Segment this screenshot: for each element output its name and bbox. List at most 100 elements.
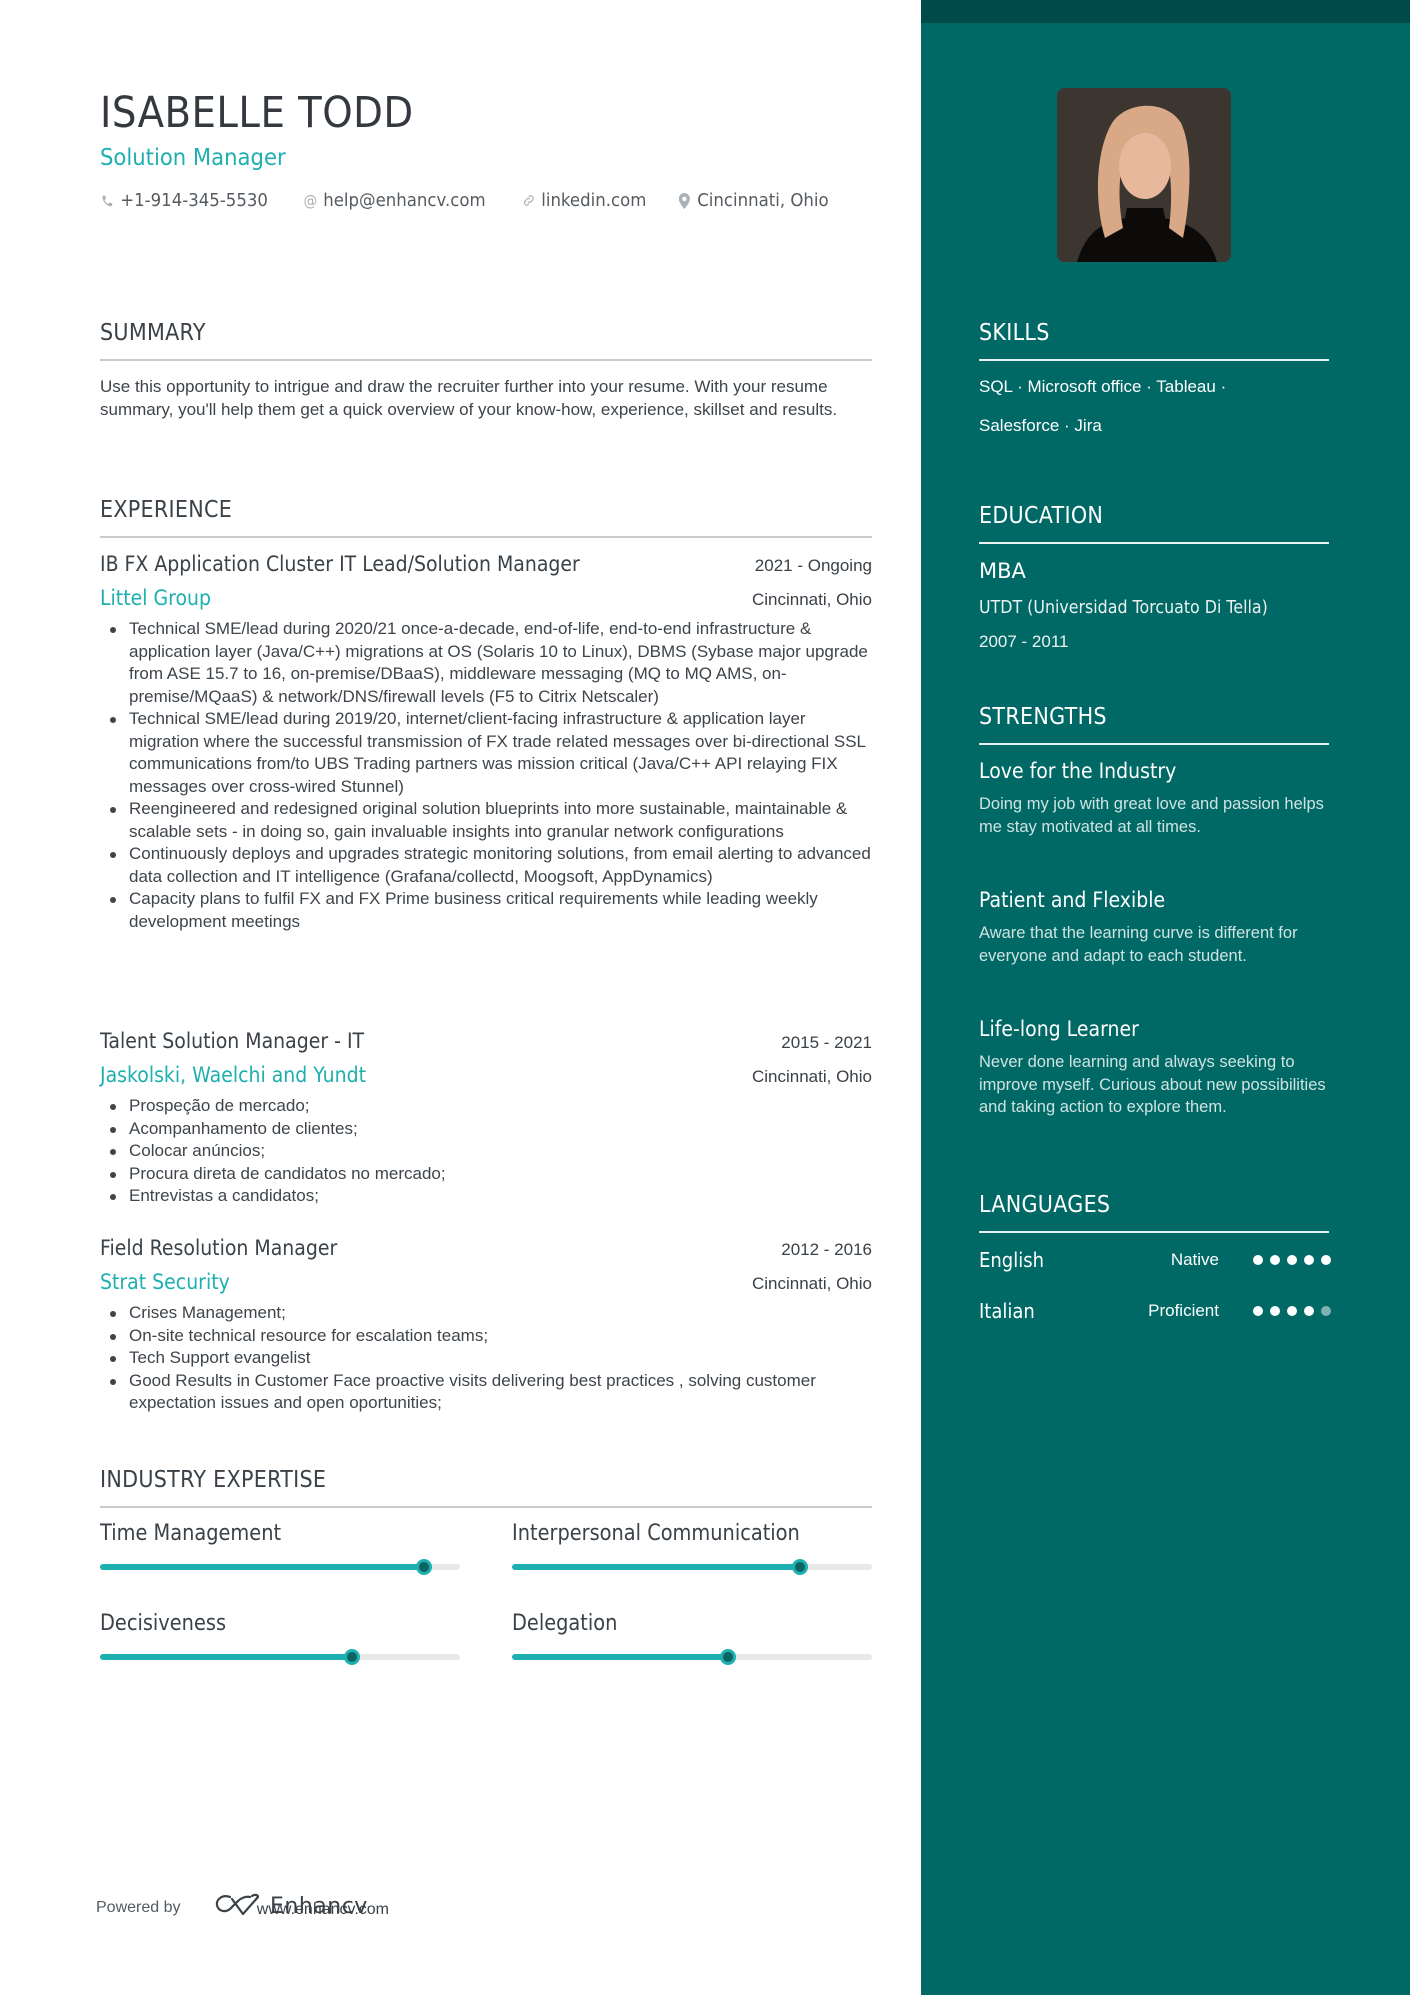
skills-line: SQL · Microsoft office · Tableau · (979, 377, 1227, 396)
rating-dot-filled (1253, 1306, 1263, 1316)
expertise-name: Time Management (100, 1521, 282, 1546)
strength-title: Love for the Industry (979, 759, 1177, 783)
education-heading: EDUCATION (979, 503, 1104, 529)
languages-divider (979, 1231, 1329, 1233)
expertise-track (512, 1559, 872, 1575)
strength-title: Patient and Flexible (979, 888, 1166, 912)
job-bullet: Entrevistas a candidatos; (100, 1185, 872, 1208)
summary-divider (100, 359, 872, 361)
expertise-heading: INDUSTRY EXPERTISE (100, 1467, 327, 1493)
expertise-name: Decisiveness (100, 1611, 227, 1636)
skills-line: Salesforce · Jira (979, 416, 1102, 435)
rating-dot-filled (1321, 1255, 1331, 1265)
strengths-heading: STRENGTHS (979, 704, 1107, 730)
strength-desc: Doing my job with great love and passion… (979, 795, 1324, 836)
rating-dot-filled (1270, 1306, 1280, 1316)
profile-photo (1057, 88, 1231, 262)
expertise-name: Delegation (512, 1611, 618, 1636)
education-years: 2007 - 2011 (979, 632, 1069, 651)
summary-text: Use this opportunity to intrigue and dra… (100, 377, 838, 419)
expertise-item: Decisiveness (100, 1611, 460, 1665)
education-divider (979, 542, 1329, 544)
job-bullet: Reengineered and redesigned original sol… (100, 798, 872, 843)
language-name: Italian (979, 1299, 1035, 1323)
job-entry: IB FX Application Cluster IT Lead/Soluti… (100, 552, 872, 933)
expertise-track (100, 1649, 460, 1665)
expertise-fill (100, 1564, 424, 1570)
languages-heading: LANGUAGES (979, 1192, 1111, 1218)
expertise-knob (720, 1649, 736, 1665)
job-bullets: Prospeção de mercado; Acompanhamento de … (100, 1095, 872, 1208)
job-role: Field Resolution Manager (100, 1236, 338, 1260)
job-bullet: On-site technical resource for escalatio… (100, 1325, 872, 1348)
job-bullet: Technical SME/lead during 2019/20, inter… (100, 708, 872, 798)
job-location: Cincinnati, Ohio (751, 1067, 872, 1086)
expertise-knob (792, 1559, 808, 1575)
main-column: ISABELLE TODD Solution Manager +1-914-34… (0, 0, 921, 1995)
job-role: Talent Solution Manager - IT (100, 1029, 365, 1053)
language-name: English (979, 1248, 1044, 1272)
phone-text: +1-914-345-5530 (120, 190, 268, 211)
expertise-divider (100, 1506, 872, 1508)
strength-item: Love for the Industry Doing my job with … (979, 759, 1329, 838)
job-bullet: Acompanhamento de clientes; (100, 1118, 872, 1141)
location-pin-icon (677, 192, 692, 209)
strength-desc: Aware that the learning curve is differe… (979, 924, 1298, 965)
language-rating (1253, 1306, 1331, 1316)
job-bullet: Prospeção de mercado; (100, 1095, 872, 1118)
job-bullet: Crises Management; (100, 1302, 872, 1325)
linkedin-text: linkedin.com (541, 190, 647, 211)
candidate-title: Solution Manager (100, 145, 286, 171)
job-dates: 2021 - Ongoing (754, 556, 872, 575)
expertise-track (512, 1649, 872, 1665)
expertise-track (100, 1559, 460, 1575)
location-text: Cincinnati, Ohio (697, 190, 830, 211)
strength-desc: Never done learning and always seeking t… (979, 1053, 1326, 1116)
experience-divider (100, 536, 872, 538)
education-school: UTDT (Universidad Torcuato Di Tella) (979, 597, 1268, 618)
skills-list: SQL · Microsoft office · Tableau · Sales… (979, 367, 1329, 445)
job-bullet: Tech Support evangelist (100, 1347, 872, 1370)
language-item: English Native (979, 1247, 1331, 1273)
contact-location: Cincinnati, Ohio (677, 190, 829, 211)
job-location: Cincinnati, Ohio (751, 590, 872, 609)
expertise-item: Interpersonal Communication (512, 1521, 872, 1575)
at-icon: @ (303, 191, 317, 210)
contact-email[interactable]: @ help@enhancv.com (303, 190, 485, 211)
job-company: Jaskolski, Waelchi and Yundt (100, 1063, 367, 1087)
skills-divider (979, 359, 1329, 361)
strength-item: Life-long Learner Never done learning an… (979, 1017, 1329, 1119)
rating-dot-filled (1304, 1255, 1314, 1265)
language-level: Proficient (1148, 1301, 1219, 1320)
strength-title: Life-long Learner (979, 1017, 1139, 1041)
link-icon (521, 193, 536, 209)
job-bullet: Capacity plans to fulfil FX and FX Prime… (100, 888, 872, 933)
job-dates: 2012 - 2016 (781, 1240, 872, 1259)
phone-icon (100, 193, 115, 209)
job-bullets: Crises Management; On-site technical res… (100, 1302, 872, 1415)
contact-phone[interactable]: +1-914-345-5530 (100, 190, 268, 211)
strengths-divider (979, 743, 1329, 745)
rating-dot-filled (1270, 1255, 1280, 1265)
rating-dot-filled (1253, 1255, 1263, 1265)
strength-item: Patient and Flexible Aware that the lear… (979, 888, 1329, 967)
language-rating (1253, 1255, 1331, 1265)
skills-heading: SKILLS (979, 320, 1050, 346)
rating-dot-filled (1304, 1306, 1314, 1316)
powered-by-label: Powered by (96, 1899, 181, 1916)
language-item: Italian Proficient (979, 1298, 1331, 1324)
contact-linkedin[interactable]: linkedin.com (521, 190, 646, 211)
footer-url[interactable]: www.enhancv.com (257, 1901, 389, 1919)
job-bullet: Procura direta de candidatos no mercado; (100, 1163, 872, 1186)
job-entry: Field Resolution Manager 2012 - 2016 Str… (100, 1236, 872, 1415)
job-company: Strat Security (100, 1270, 230, 1294)
sidebar: SKILLS SQL · Microsoft office · Tableau … (921, 0, 1410, 1995)
expertise-item: Delegation (512, 1611, 872, 1665)
job-bullet: Good Results in Customer Face proactive … (100, 1370, 872, 1415)
expertise-name: Interpersonal Communication (512, 1521, 800, 1546)
job-role: IB FX Application Cluster IT Lead/Soluti… (100, 552, 580, 576)
job-company: Littel Group (100, 586, 212, 610)
expertise-item: Time Management (100, 1521, 460, 1575)
job-bullets: Technical SME/lead during 2020/21 once-a… (100, 618, 872, 933)
job-bullet: Continuously deploys and upgrades strate… (100, 843, 872, 888)
